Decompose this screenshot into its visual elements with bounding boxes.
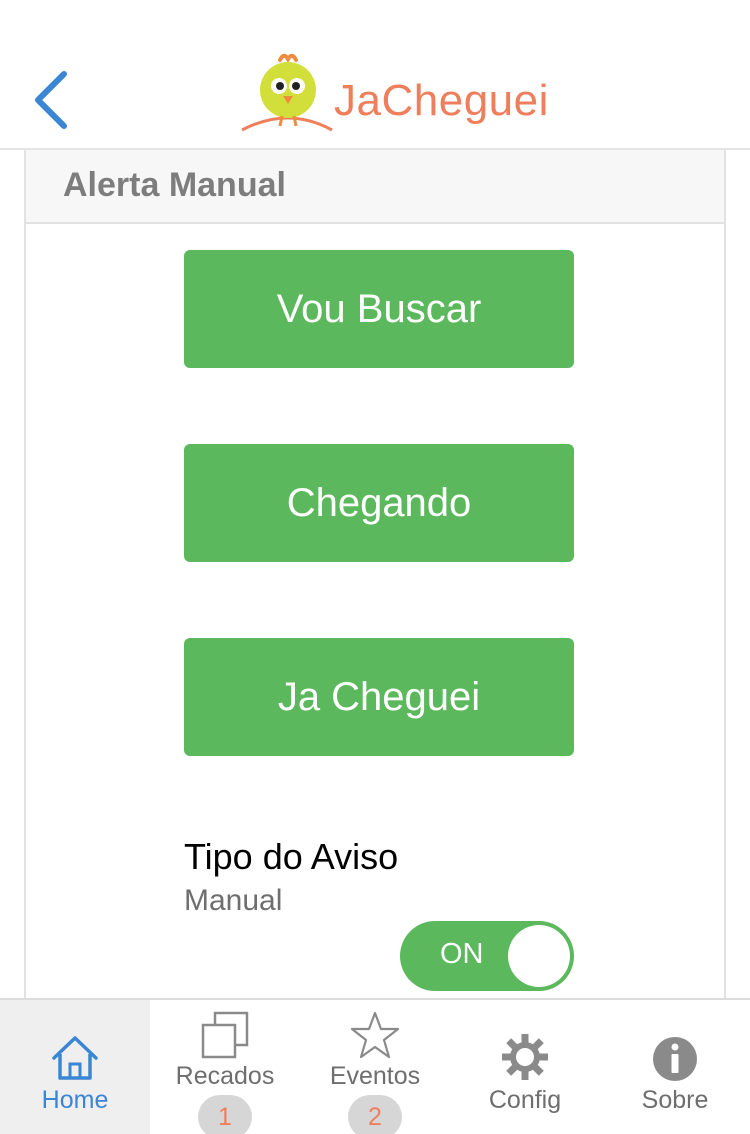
panel-title: Alerta Manual	[63, 166, 286, 204]
tab-sobre[interactable]: Sobre	[600, 1000, 750, 1134]
gear-icon	[502, 1034, 548, 1080]
eventos-badge: 2	[348, 1095, 402, 1134]
star-icon	[350, 1011, 400, 1059]
toggle-knob	[508, 925, 570, 987]
tab-home[interactable]: Home	[0, 1000, 150, 1134]
chegando-button[interactable]: Chegando	[184, 444, 574, 562]
tab-recados[interactable]: Recados 1	[150, 1000, 300, 1134]
info-icon	[653, 1037, 697, 1081]
tab-eventos[interactable]: Eventos 2	[300, 1000, 450, 1134]
tab-eventos-label: Eventos	[329, 1062, 421, 1090]
tipo-aviso-value: Manual	[184, 884, 283, 917]
alert-panel: Alerta Manual Vou Buscar Chegando Ja Che…	[24, 150, 726, 998]
chevron-left-icon	[35, 71, 67, 129]
aviso-toggle[interactable]: ON	[400, 921, 574, 991]
app-title: JaCheguei	[334, 76, 549, 125]
tab-config[interactable]: Config	[450, 1000, 600, 1134]
toggle-state-label: ON	[440, 938, 484, 970]
back-button[interactable]	[28, 68, 78, 132]
home-icon	[52, 1036, 98, 1080]
tipo-aviso-label: Tipo do Aviso	[184, 836, 399, 877]
tab-bar: Home Recados 1 Eventos 2 Config Sobre	[0, 998, 750, 1134]
chick-logo-icon	[240, 52, 336, 136]
tab-config-label: Config	[488, 1086, 562, 1114]
panel-header: Alerta Manual	[26, 150, 724, 224]
copy-icon	[201, 1011, 249, 1059]
app-header: JaCheguei	[0, 0, 750, 150]
recados-badge: 1	[198, 1095, 252, 1134]
tab-sobre-label: Sobre	[641, 1086, 709, 1114]
tab-recados-label: Recados	[175, 1062, 275, 1090]
vou-buscar-button[interactable]: Vou Buscar	[184, 250, 574, 368]
ja-cheguei-button[interactable]: Ja Cheguei	[184, 638, 574, 756]
tab-home-label: Home	[41, 1086, 109, 1114]
